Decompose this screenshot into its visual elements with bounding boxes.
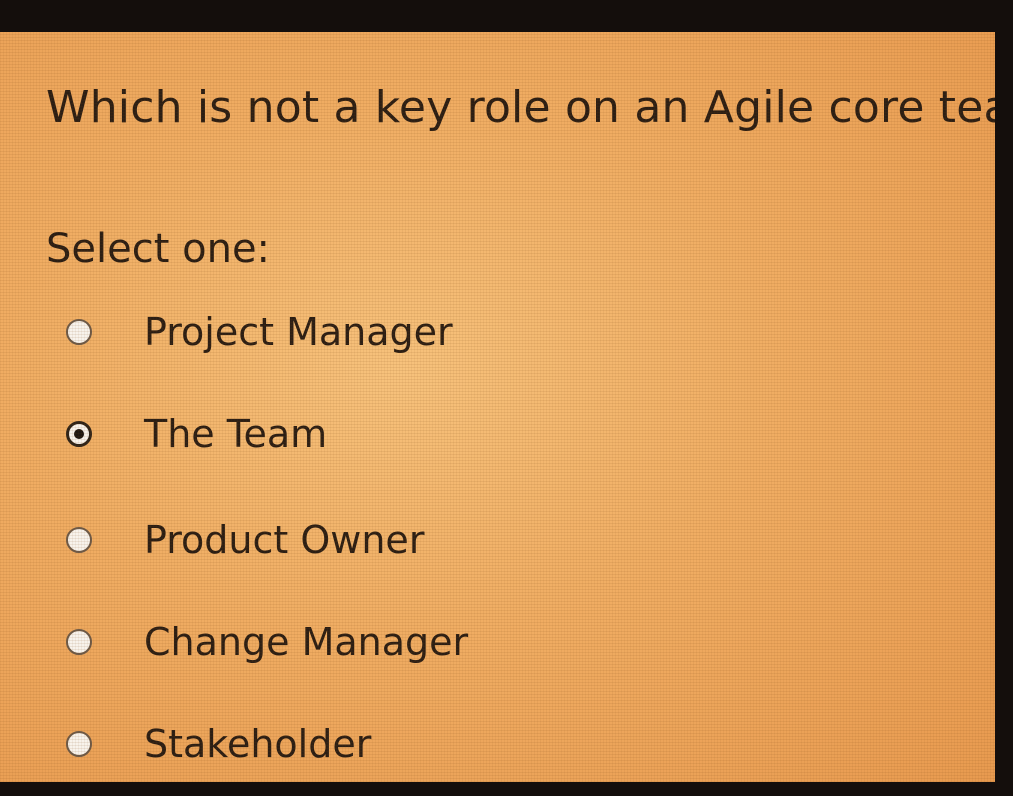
option-label: Product Owner bbox=[144, 518, 425, 562]
option-change-manager[interactable]: Change Manager bbox=[66, 612, 468, 672]
monitor-bezel: Which is not a key role on an Agile core… bbox=[0, 0, 1013, 796]
radio-button[interactable] bbox=[66, 319, 92, 345]
question-text: Which is not a key role on an Agile core… bbox=[46, 82, 995, 133]
option-label: Project Manager bbox=[144, 310, 453, 354]
radio-button-selected[interactable] bbox=[66, 421, 92, 447]
option-label: Change Manager bbox=[144, 620, 469, 664]
option-the-team[interactable]: The Team bbox=[66, 404, 327, 464]
option-project-manager[interactable]: Project Manager bbox=[66, 302, 453, 362]
quiz-panel: Which is not a key role on an Agile core… bbox=[0, 32, 995, 782]
radio-button[interactable] bbox=[66, 629, 92, 655]
radio-button[interactable] bbox=[66, 731, 92, 757]
select-prompt: Select one: bbox=[46, 226, 271, 272]
option-label: The Team bbox=[144, 412, 328, 456]
option-product-owner[interactable]: Product Owner bbox=[66, 510, 424, 570]
option-label: Stakeholder bbox=[144, 722, 372, 766]
option-stakeholder[interactable]: Stakeholder bbox=[66, 714, 371, 774]
radio-button[interactable] bbox=[66, 527, 92, 553]
